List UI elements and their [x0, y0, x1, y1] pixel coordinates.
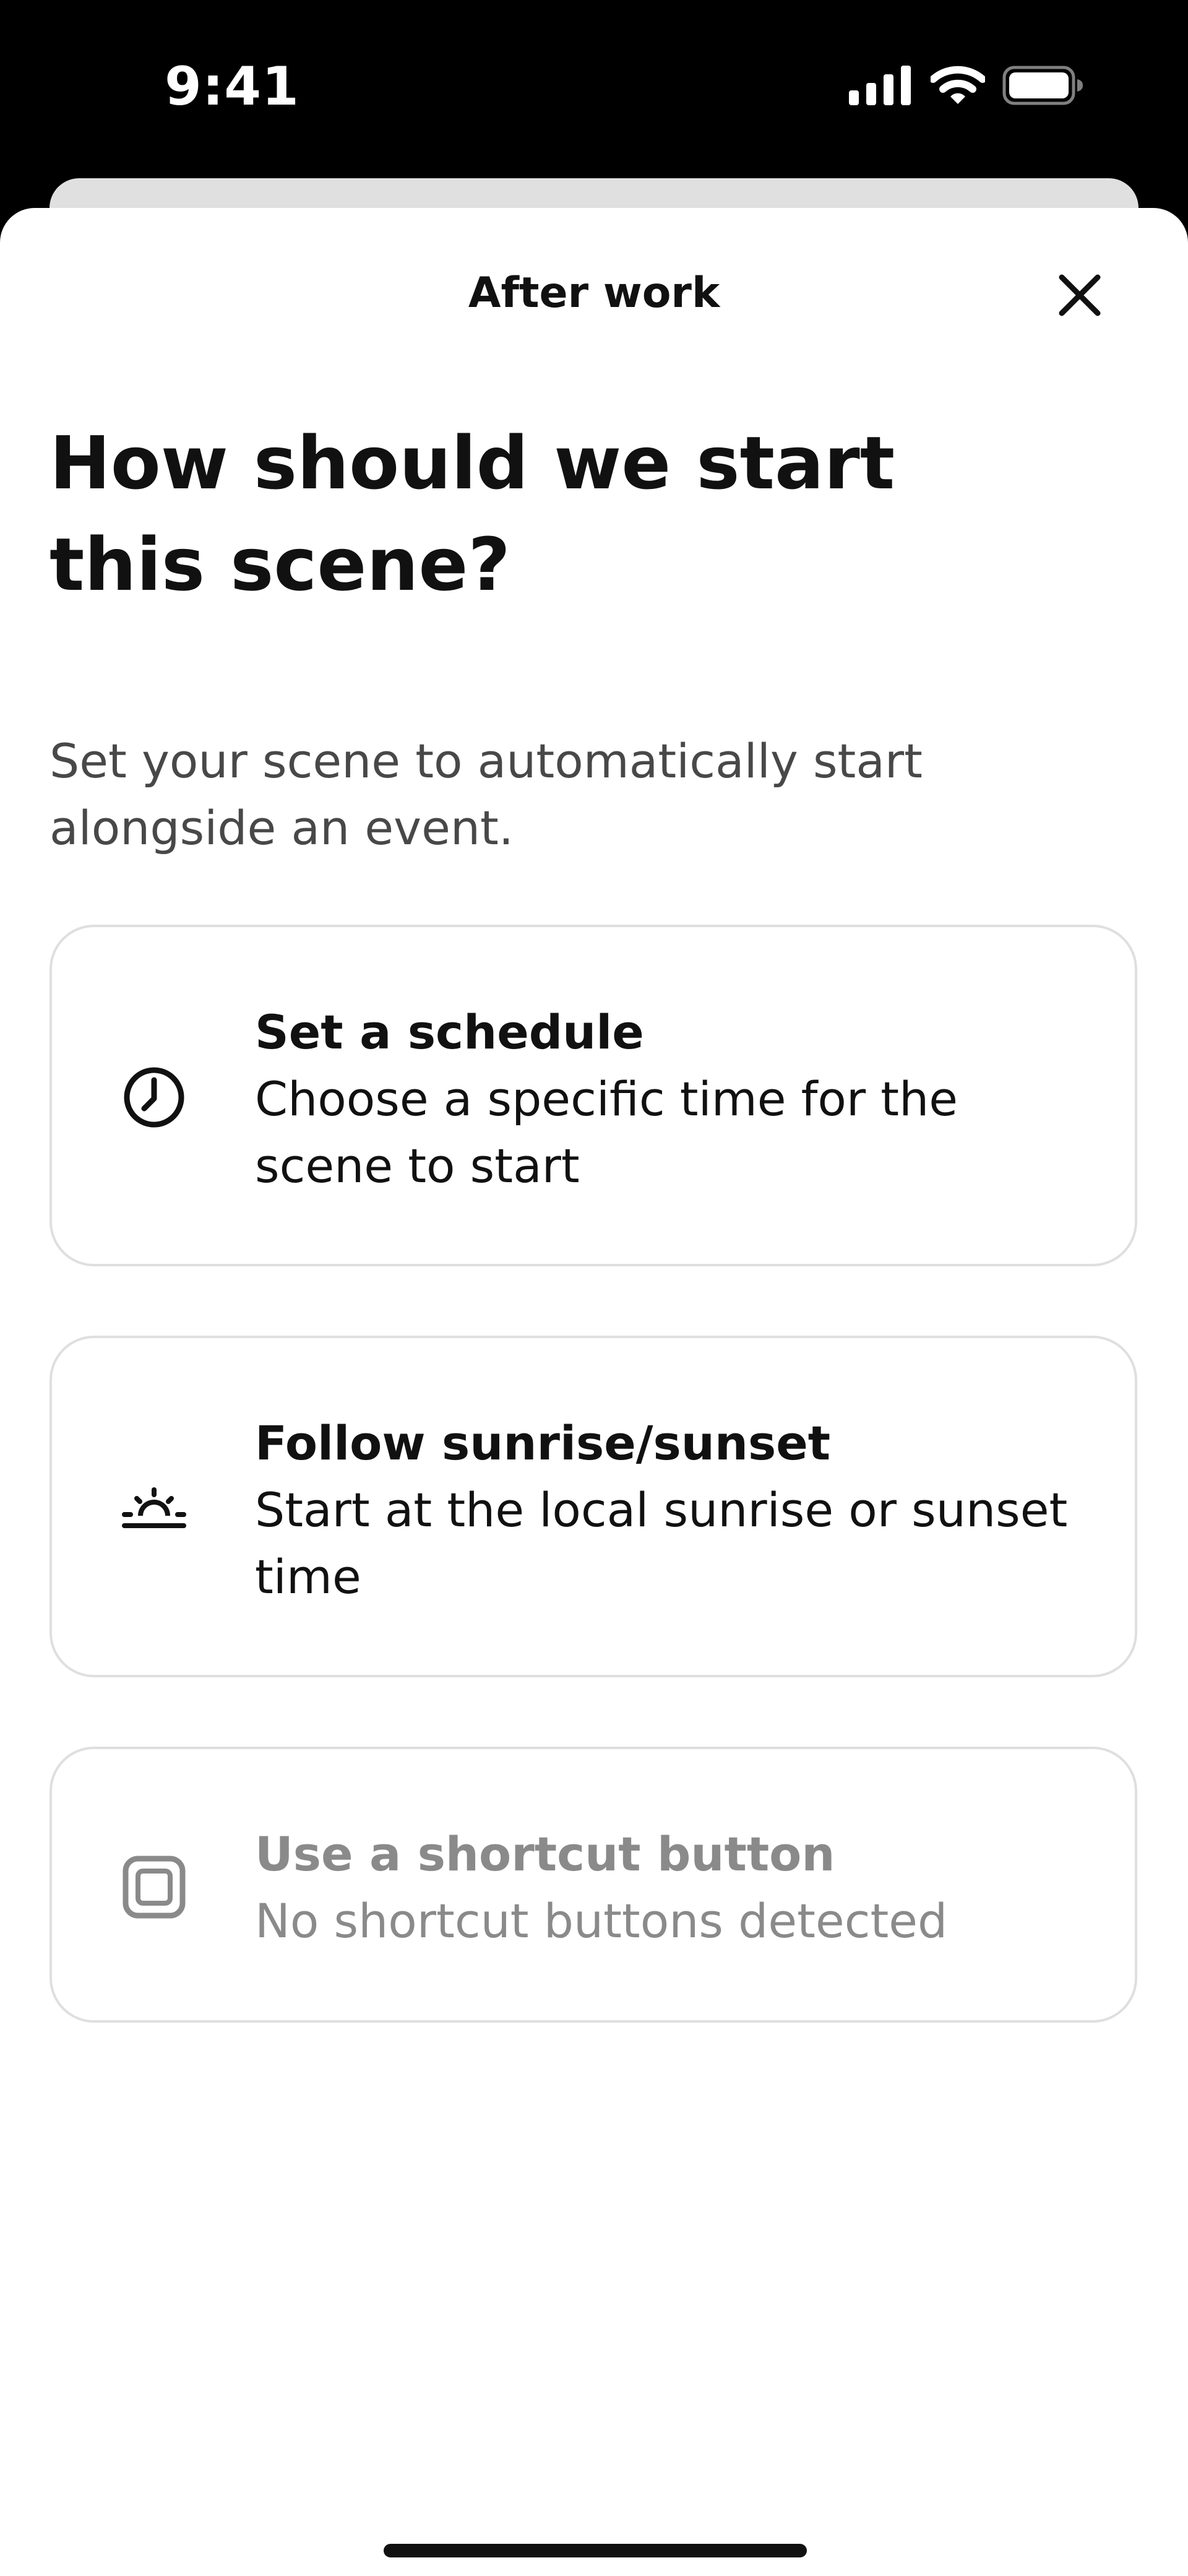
sheet-header: After work [0, 208, 1188, 381]
option-text: Use a shortcut button No shortcut button… [255, 1821, 1098, 1955]
option-title: Set a schedule [255, 1005, 644, 1060]
home-indicator [384, 2544, 807, 2557]
scene-start-sheet: After work How should we start this scen… [0, 208, 1188, 2576]
close-icon [1058, 274, 1101, 319]
battery-icon [1002, 66, 1084, 108]
option-subtitle: Choose a specific time for the scene to … [255, 1071, 958, 1193]
cellular-signal-icon [849, 66, 913, 108]
option-use-shortcut-button: Use a shortcut button No shortcut button… [50, 1747, 1137, 2023]
option-title: Follow sunrise/sunset [255, 1416, 831, 1471]
option-subtitle: No shortcut buttons detected [255, 1893, 948, 1948]
option-set-schedule[interactable]: Set a schedule Choose a specific time fo… [50, 925, 1137, 1266]
close-button[interactable] [1051, 267, 1109, 326]
clock-icon [121, 1065, 187, 1130]
page-description: Set your scene to automatically start al… [50, 733, 923, 855]
option-subtitle: Start at the local sunrise or sunset tim… [255, 1482, 1068, 1604]
shortcut-button-icon [121, 1854, 187, 1920]
option-text: Set a schedule Choose a specific time fo… [255, 999, 1098, 1199]
sheet-title: After work [468, 269, 720, 318]
status-icons [849, 66, 1084, 108]
status-bar: 9:41 [0, 0, 1188, 179]
sunrise-icon [121, 1476, 187, 1541]
status-time: 9:41 [165, 56, 299, 118]
option-title: Use a shortcut button [255, 1826, 835, 1882]
wifi-icon [929, 66, 986, 108]
option-text: Follow sunrise/sunset Start at the local… [255, 1410, 1098, 1610]
page-heading: How should we start this scene? [50, 420, 895, 607]
option-follow-sunrise-sunset[interactable]: Follow sunrise/sunset Start at the local… [50, 1336, 1137, 1677]
